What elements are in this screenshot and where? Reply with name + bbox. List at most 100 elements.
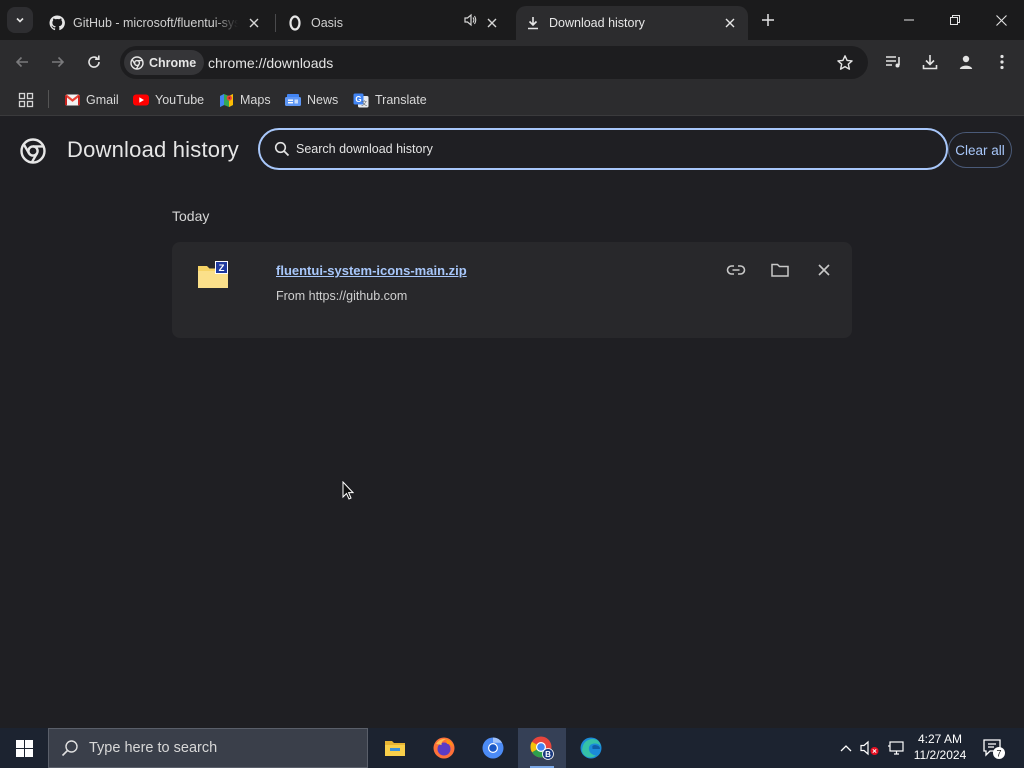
tab-github[interactable]: GitHub - microsoft/fluentui-system-icons [40,6,272,40]
opera-icon [287,15,303,31]
translate-icon: G文 [353,92,369,108]
minimize-icon [904,19,914,21]
network-icon [888,741,904,755]
file-name-link[interactable]: fluentui-system-icons-main.zip [276,263,467,278]
bookmark-youtube[interactable]: YouTube [133,92,204,108]
windows-taskbar: Type here to search B 4:27 AM 11/2/2024 … [0,728,1024,768]
download-item: Z fluentui-system-icons-main.zip From ht… [172,242,852,338]
bookmarks-divider [48,90,49,108]
downloads-button[interactable] [918,50,942,74]
bookmark-label: Maps [240,93,271,107]
close-icon [818,264,830,276]
bookmark-label: Gmail [86,93,119,107]
maps-icon [218,92,234,108]
zip-file-icon: Z [198,261,228,288]
page-title: Download history [67,137,239,162]
remove-from-list-button[interactable] [812,260,836,280]
bookmark-news[interactable]: News [285,92,338,108]
svg-text:B: B [545,750,551,759]
show-hidden-icons-button[interactable] [836,728,856,768]
close-tab-icon[interactable] [484,15,500,31]
media-controls-button[interactable] [882,50,906,74]
address-bar[interactable]: Chrome chrome://downloads [120,46,868,79]
tab-search-button[interactable] [7,7,33,33]
folder-icon [771,263,789,277]
file-explorer-icon [385,741,405,756]
arrow-right-icon [52,56,65,68]
start-button[interactable] [0,728,48,768]
minimize-button[interactable] [886,0,932,40]
show-in-folder-button[interactable] [768,260,792,280]
taskbar-chrome-beta[interactable]: B [518,728,566,768]
tab-divider [275,14,276,32]
taskbar-search-box[interactable]: Type here to search [48,728,368,768]
bookmark-label: News [307,93,339,107]
bookmark-maps[interactable]: Maps [218,92,271,108]
notification-center-button[interactable]: 7 [978,732,1010,764]
star-icon[interactable] [836,54,854,72]
close-window-button[interactable] [978,0,1024,40]
volume-button[interactable] [858,728,882,768]
network-button[interactable] [884,728,908,768]
clock-time: 4:27 AM [917,732,963,746]
windows-logo-icon [15,739,33,757]
tab-title: Download history [549,16,645,30]
menu-button[interactable] [990,50,1014,74]
notification-icon: 7 [983,739,1005,759]
system-clock[interactable]: 4:27 AM 11/2/2024 [908,731,972,763]
taskbar-edge[interactable] [567,728,615,768]
chevron-up-icon [840,745,852,752]
apps-button[interactable] [18,92,34,108]
youtube-icon [133,92,149,108]
account-icon [959,55,973,69]
bookmark-label: YouTube [155,93,205,107]
chrome-logo-icon [20,138,46,164]
restore-icon [950,15,960,25]
taskbar-chromium[interactable] [469,728,517,768]
clear-all-button[interactable]: Clear all [948,132,1012,168]
notification-count: 7 [996,749,1001,759]
search-input[interactable] [296,139,896,159]
bookmark-gmail[interactable]: Gmail [64,92,119,108]
close-icon [995,14,1007,26]
profile-button[interactable] [954,50,978,74]
bookmarks-bar: Gmail YouTube Maps News G文 Translate [0,84,1024,116]
downloads-header: Download history Clear all [0,122,1024,178]
more-vertical-icon [1000,54,1004,70]
mouse-cursor-icon [342,481,354,500]
taskbar-firefox[interactable] [420,728,468,768]
apps-grid-icon [18,92,34,108]
search-box[interactable] [258,128,948,170]
volume-muted-icon [860,740,879,756]
copy-link-button[interactable] [724,260,748,280]
chip-label: Chrome [149,55,197,70]
bookmark-translate[interactable]: G文 Translate [353,92,427,108]
date-heading: Today [172,208,210,224]
taskbar-search-placeholder: Type here to search [89,740,218,756]
firefox-icon [433,737,455,759]
speaker-icon[interactable] [463,13,477,27]
close-tab-icon[interactable] [722,15,738,31]
restore-button[interactable] [932,0,978,40]
gmail-icon [64,92,80,108]
site-info-chip[interactable]: Chrome [124,50,205,75]
chromium-icon [482,737,504,759]
forward-button[interactable] [46,50,70,74]
github-icon [49,15,65,31]
arrow-left-icon [15,56,28,68]
reload-button[interactable] [82,50,106,74]
new-tab-button[interactable] [758,10,778,30]
plus-icon [762,14,774,26]
link-icon [726,265,746,275]
search-icon [61,740,78,757]
tab-download-history[interactable]: Download history [516,6,748,40]
tab-title: Oasis [311,16,343,30]
clock-date: 11/2/2024 [913,748,967,762]
close-tab-icon[interactable] [246,15,262,31]
taskbar-file-explorer[interactable] [371,728,419,768]
back-button[interactable] [10,50,34,74]
edge-icon [580,737,602,759]
chevron-down-icon [16,17,24,23]
bookmark-label: Translate [375,93,427,107]
url-text[interactable]: chrome://downloads [208,55,333,71]
